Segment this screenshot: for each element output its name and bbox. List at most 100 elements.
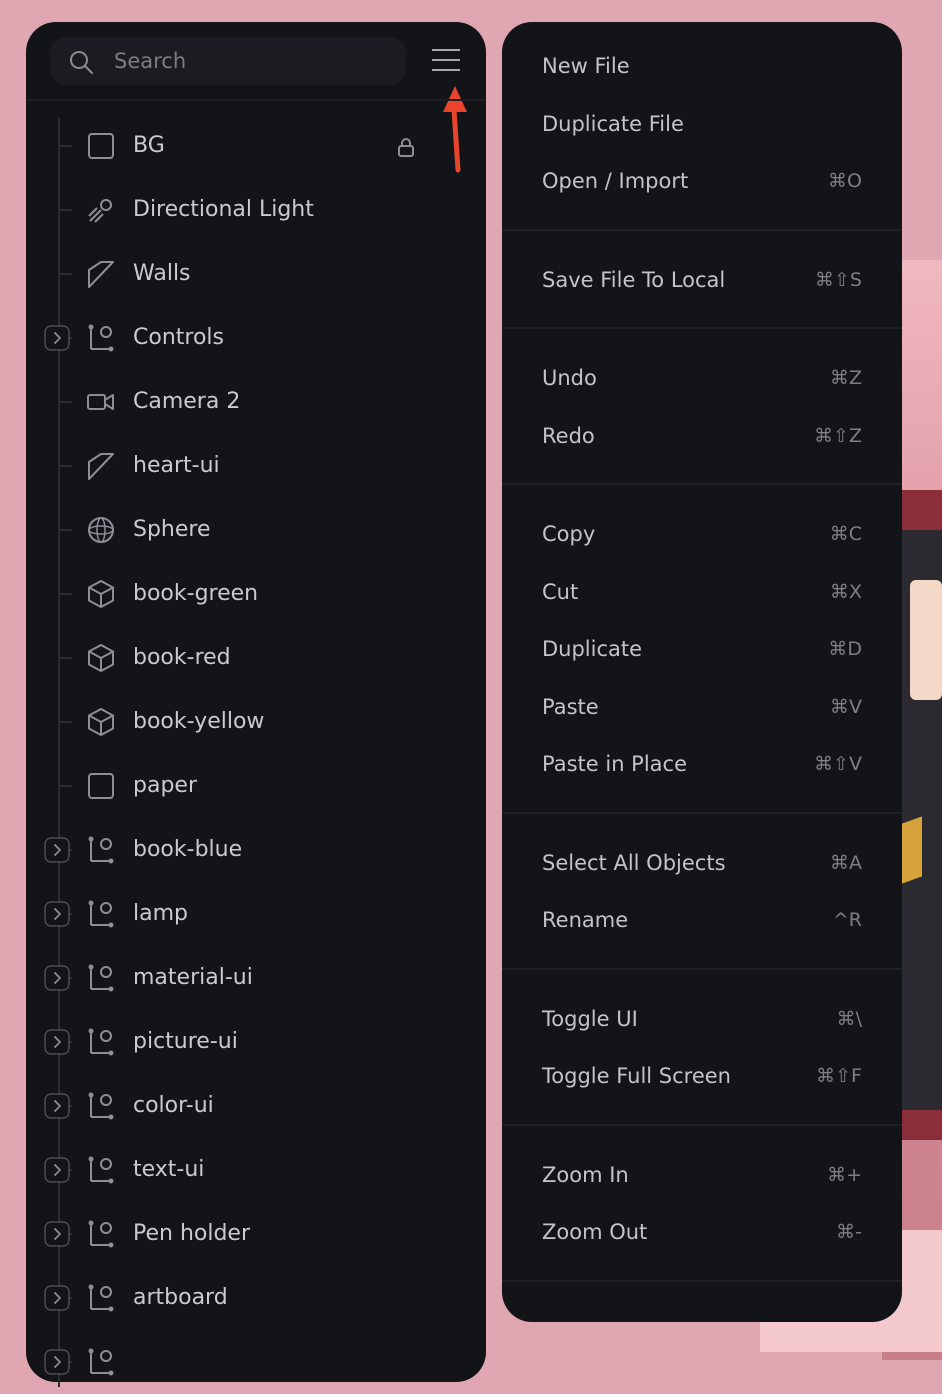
menu-separator <box>502 811 902 814</box>
menu-item-label: Toggle Full Screen <box>542 1064 731 1088</box>
menu-item-shortcut: ^R <box>832 909 862 931</box>
search-input[interactable]: Search <box>50 37 406 85</box>
layer-label: Controls <box>133 325 224 350</box>
menu-separator <box>502 483 902 485</box>
tree-branch-line <box>58 401 72 403</box>
menu-item-toggle-ui[interactable]: Toggle UI ⌘\ <box>502 994 902 1044</box>
menu-item-open-import[interactable]: Open / Import ⌘O <box>502 156 902 206</box>
group-icon <box>88 1220 114 1248</box>
main-menu: New File Duplicate File Open / Import ⌘O Sav… <box>502 22 902 1322</box>
group-icon <box>88 1092 114 1120</box>
tree-branch-line <box>58 529 72 531</box>
menu-item-label: Zoom Out <box>542 1220 648 1244</box>
menu-item-select-all-objects[interactable]: Select All Objects ⌘A <box>502 838 902 888</box>
menu-item-label: Duplicate <box>542 637 643 661</box>
chevron-right-icon[interactable] <box>44 1349 70 1375</box>
menu-item-label: Save File To Local <box>542 267 726 292</box>
cube-icon <box>88 644 114 672</box>
layer-row[interactable]: Sphere <box>26 498 486 562</box>
menu-item-redo[interactable]: Redo ⌘⇧Z <box>502 411 902 461</box>
layer-row[interactable]: material-ui <box>26 946 486 1010</box>
layer-label: Camera 2 <box>133 389 241 414</box>
layer-label: material-ui <box>133 965 253 990</box>
directional-light-icon <box>88 199 112 223</box>
layer-row[interactable]: book-green <box>26 562 486 626</box>
layer-row[interactable]: book-red <box>26 626 486 690</box>
chevron-right-icon[interactable] <box>44 1093 70 1119</box>
layer-row[interactable]: picture-ui <box>26 1010 486 1074</box>
cube-icon <box>88 580 114 608</box>
layer-row[interactable]: text-ui <box>26 1138 486 1202</box>
group-icon <box>88 900 114 928</box>
menu-item-zoom-in[interactable]: Zoom In ⌘+ <box>502 1150 902 1200</box>
plane-icon <box>88 261 114 288</box>
lock-icon[interactable] <box>396 136 416 158</box>
chevron-right-icon[interactable] <box>44 1029 70 1055</box>
header-divider <box>26 99 486 101</box>
menu-item-cut[interactable]: Cut ⌘X <box>502 567 902 617</box>
layer-row[interactable]: heart-ui <box>26 434 486 498</box>
layer-row[interactable]: color-ui <box>26 1074 486 1138</box>
menu-item-label: Copy <box>542 522 596 546</box>
tree-branch-line <box>58 657 72 659</box>
hamburger-menu-button[interactable] <box>430 46 462 74</box>
chevron-right-icon[interactable] <box>44 325 70 351</box>
menu-item-copy[interactable]: Copy ⌘C <box>502 509 902 559</box>
menu-item-reset-camera[interactable]: Reset Camera ⌥R <box>502 1306 902 1323</box>
layer-row[interactable]: BG <box>26 114 486 178</box>
menu-item-new-file[interactable]: New File <box>502 41 902 91</box>
menu-item-duplicate[interactable]: Duplicate ⌘D <box>502 624 902 674</box>
menu-item-label: Cut <box>542 579 579 604</box>
layer-row[interactable]: Camera 2 <box>26 370 486 434</box>
layer-label: book-blue <box>133 837 243 862</box>
menu-item-toggle-full-screen[interactable]: Toggle Full Screen ⌘⇧F <box>502 1051 902 1101</box>
layer-row[interactable]: book-blue <box>26 818 486 882</box>
menu-separator <box>502 967 902 970</box>
menu-item-label: Undo <box>542 366 597 390</box>
plane-icon <box>88 453 114 480</box>
chevron-right-icon[interactable] <box>44 837 70 863</box>
menu-item-save-file-to-local[interactable]: Save File To Local ⌘⇧S <box>502 255 902 305</box>
chevron-right-icon[interactable] <box>44 901 70 927</box>
menu-item-zoom-out[interactable]: Zoom Out ⌘- <box>502 1207 902 1257</box>
layer-label: artboard <box>133 1285 228 1310</box>
group-icon <box>88 1156 114 1184</box>
menu-item-shortcut: ⌘+ <box>827 1163 862 1186</box>
chevron-right-icon[interactable] <box>44 965 70 991</box>
layer-row[interactable]: Walls <box>26 242 486 306</box>
layer-label: book-green <box>133 581 259 606</box>
menu-item-duplicate-file[interactable]: Duplicate File <box>502 99 902 149</box>
layer-label: book-red <box>133 645 231 670</box>
layer-row[interactable]: artboard <box>26 1266 486 1330</box>
menu-item-shortcut: ⌘⇧Z <box>814 424 862 447</box>
menu-item-label: Paste <box>542 694 599 719</box>
menu-item-shortcut: ⌘V <box>830 695 862 718</box>
menu-item-shortcut: ⌘⇧V <box>814 753 862 775</box>
tree-branch-line <box>58 145 72 147</box>
menu-item-shortcut: ⌘Z <box>829 367 862 389</box>
layer-label: Directional Light <box>133 197 314 222</box>
layer-row[interactable]: book-yellow <box>26 690 486 754</box>
layer-row[interactable]: Controls <box>26 306 486 370</box>
layer-row[interactable]: lamp <box>26 882 486 946</box>
layer-label: color-ui <box>133 1093 214 1118</box>
chevron-right-icon[interactable] <box>44 1221 70 1247</box>
group-icon <box>88 1284 114 1312</box>
square-icon <box>88 773 114 799</box>
layer-row[interactable] <box>26 1330 486 1394</box>
chevron-right-icon[interactable] <box>44 1157 70 1183</box>
menu-item-paste-in-place[interactable]: Paste in Place ⌘⇧V <box>502 739 902 789</box>
menu-item-label: Reset Camera <box>542 1306 690 1323</box>
menu-item-label: Toggle UI <box>542 1006 638 1031</box>
layer-row[interactable]: Pen holder <box>26 1202 486 1266</box>
chevron-right-icon[interactable] <box>44 1285 70 1311</box>
layer-row[interactable]: Directional Light <box>26 178 486 242</box>
menu-item-label: Paste in Place <box>542 752 688 776</box>
menu-item-paste[interactable]: Paste ⌘V <box>502 682 902 732</box>
layer-row[interactable]: paper <box>26 754 486 818</box>
menu-item-rename[interactable]: Rename ^R <box>502 895 902 945</box>
menu-item-shortcut: ⌘\ <box>836 1007 862 1030</box>
group-icon <box>88 836 114 864</box>
menu-item-undo[interactable]: Undo ⌘Z <box>502 353 902 403</box>
menu-item-shortcut: ⌘C <box>829 523 862 545</box>
